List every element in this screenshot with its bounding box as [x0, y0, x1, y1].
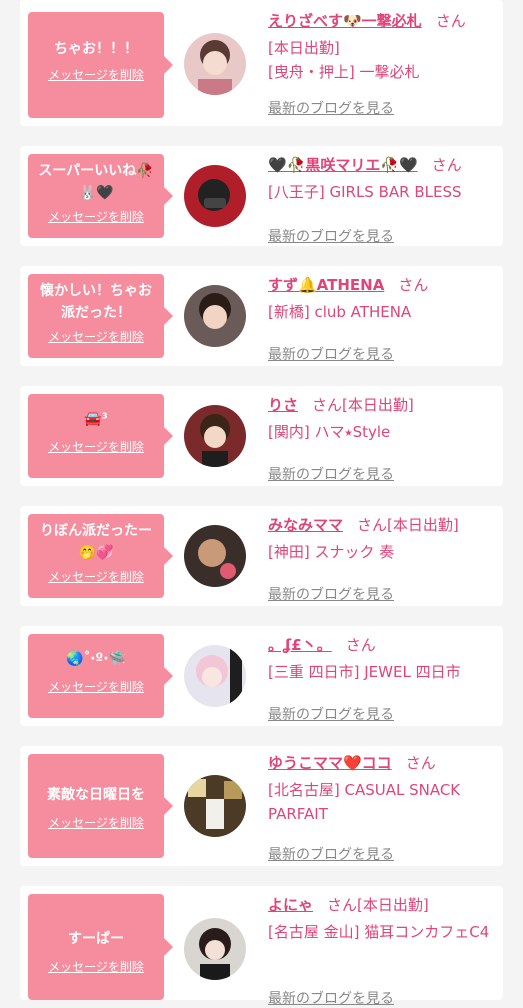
delete-message-link[interactable]: メッセージを削除: [48, 958, 144, 975]
sender-info: りさ さん[本日出勤] [関内] ハマ⭑Style 最新のブログを見る: [268, 394, 497, 483]
honorific: さん: [398, 276, 429, 294]
message-card: ちゃお！！！ メッセージを削除 えりざべす🐶一撃必札 さん [本日出勤] [曳舟・…: [20, 0, 503, 126]
sender-name-link[interactable]: ゆうこママ❤️ココ: [268, 754, 392, 772]
avatar-photo: [184, 33, 246, 95]
shop-line: [曳舟・押上] 一撃必札: [268, 63, 420, 81]
message-card: りぼん派だったー🤭💞 メッセージを削除 みなみママ さん[本日出勤] [神田] ス…: [20, 506, 503, 606]
shop-line: [名古屋 金山] 猫耳コンカフェC4: [268, 923, 490, 941]
message-card: 素敵な日曜日を メッセージを削除 ゆうこママ❤️ココ さん [北名古屋] CASU…: [20, 746, 503, 866]
delete-message-link[interactable]: メッセージを削除: [48, 568, 144, 585]
sender-name-link[interactable]: りさ: [268, 396, 298, 414]
honorific: さん: [345, 636, 376, 654]
sender-info: ゆうこママ❤️ココ さん [北名古屋] CASUAL SNACK PARFAIT …: [268, 752, 497, 863]
sender-info: 。ʆ£丶。 さん [三重 四日市] JEWEL 四日市 最新のブログを見る: [268, 634, 497, 723]
shop-line: [本日出勤]: [268, 39, 340, 57]
message-text: 懐かしい！ちゃお派だった！: [40, 283, 152, 321]
message-card: すーぱー メッセージを削除 よにゃ さん[本日出勤] [名古屋 金山] 猫耳コンカ…: [20, 886, 503, 1007]
message-bubble: 🌏˚‧º·🛸 メッセージを削除: [28, 634, 173, 718]
avatar-photo: [184, 645, 246, 707]
on-duty-badge: [本日出勤]: [357, 896, 429, 914]
message-text: りぼん派だったー🤭💞: [40, 523, 152, 561]
message-card: 🚘³ メッセージを削除 りさ さん[本日出勤] [関内] ハマ⭑Style 最新の…: [20, 386, 503, 486]
latest-blog-link[interactable]: 最新のブログを見る: [268, 98, 394, 118]
message-text: すーぱー: [68, 931, 124, 947]
avatar-photo: [184, 285, 246, 347]
message-card: 懐かしい！ちゃお派だった！ メッセージを削除 すず🔔ATHENA さん [新橋] …: [20, 266, 503, 366]
avatar[interactable]: [184, 33, 246, 95]
message-card: スーパーいいね🥀🐰🖤 メッセージを削除 🖤🥀黒咲マリエ🥀🖤 さん [八王子] GI…: [20, 146, 503, 246]
message-bubble: 🚘³ メッセージを削除: [28, 394, 173, 478]
delete-message-link[interactable]: メッセージを削除: [48, 678, 144, 695]
message-bubble: スーパーいいね🥀🐰🖤 メッセージを削除: [28, 154, 173, 238]
sender-name-link[interactable]: すず🔔ATHENA: [268, 276, 384, 294]
sender-info: すず🔔ATHENA さん [新橋] club ATHENA 最新のブログを見る: [268, 274, 497, 363]
avatar-photo: [184, 165, 246, 227]
honorific: さん: [405, 754, 436, 772]
message-text: スーパーいいね🥀🐰🖤: [38, 163, 154, 201]
latest-blog-link[interactable]: 最新のブログを見る: [268, 704, 394, 724]
message-text: ちゃお！！！: [54, 41, 138, 57]
shop-line: [関内] ハマ⭑Style: [268, 423, 391, 441]
sender-info: 🖤🥀黒咲マリエ🥀🖤 さん [八王子] GIRLS BAR BLESS 最新のブログ…: [268, 154, 497, 245]
message-bubble: りぼん派だったー🤭💞 メッセージを削除: [28, 514, 173, 598]
shop-line: [新橋] club ATHENA: [268, 303, 412, 321]
message-bubble: ちゃお！！！ メッセージを削除: [28, 12, 173, 118]
avatar[interactable]: [184, 775, 246, 837]
sender-info: よにゃ さん[本日出勤] [名古屋 金山] 猫耳コンカフェC4 最新のブログを見る: [268, 894, 497, 1007]
message-text: 🌏˚‧º·🛸: [66, 651, 126, 667]
on-duty-badge: [本日出勤]: [387, 516, 459, 534]
avatar[interactable]: [184, 285, 246, 347]
sender-name-link[interactable]: 🖤🥀黒咲マリエ🥀🖤: [268, 156, 418, 174]
avatar[interactable]: [184, 405, 246, 467]
message-bubble: 懐かしい！ちゃお派だった！ メッセージを削除: [28, 274, 173, 358]
latest-blog-link[interactable]: 最新のブログを見る: [268, 464, 394, 484]
message-card: 🌏˚‧º·🛸 メッセージを削除 。ʆ£丶。 さん [三重 四日市] JEWEL 四…: [20, 626, 503, 726]
honorific: さん: [435, 12, 466, 30]
latest-blog-link[interactable]: 最新のブログを見る: [268, 844, 394, 864]
shop-line: [八王子] GIRLS BAR BLESS: [268, 183, 462, 201]
sender-info: みなみママ さん[本日出勤] [神田] スナック 奏 最新のブログを見る: [268, 514, 497, 603]
latest-blog-link[interactable]: 最新のブログを見る: [268, 344, 394, 364]
honorific: さん: [312, 396, 343, 414]
latest-blog-link[interactable]: 最新のブログを見る: [268, 988, 394, 1008]
sender-name-link[interactable]: よにゃ: [268, 896, 313, 914]
delete-message-link[interactable]: メッセージを削除: [48, 438, 144, 455]
shop-line: [三重 四日市] JEWEL 四日市: [268, 663, 461, 681]
message-text: 🚘³: [84, 411, 108, 427]
shop-line: [神田] スナック 奏: [268, 543, 395, 561]
delete-message-link[interactable]: メッセージを削除: [48, 66, 144, 83]
honorific: さん: [357, 516, 388, 534]
sender-info: えりざべす🐶一撃必札 さん [本日出勤] [曳舟・押上] 一撃必札 最新のブログを…: [268, 10, 497, 117]
latest-blog-link[interactable]: 最新のブログを見る: [268, 226, 394, 246]
sender-name-link[interactable]: 。ʆ£丶。: [268, 636, 332, 654]
avatar[interactable]: [184, 918, 246, 980]
message-text: 素敵な日曜日を: [47, 787, 145, 803]
avatar[interactable]: [184, 165, 246, 227]
avatar[interactable]: [184, 525, 246, 587]
avatar-photo: [184, 405, 246, 467]
delete-message-link[interactable]: メッセージを削除: [48, 208, 144, 225]
latest-blog-link[interactable]: 最新のブログを見る: [268, 584, 394, 604]
avatar-photo: [184, 918, 246, 980]
sender-name-link[interactable]: えりざべす🐶一撃必札: [268, 12, 422, 30]
avatar[interactable]: [184, 645, 246, 707]
avatar-photo: [184, 775, 246, 837]
message-list: ちゃお！！！ メッセージを削除 えりざべす🐶一撃必札 さん [本日出勤] [曳舟・…: [0, 0, 523, 1007]
sender-name-link[interactable]: みなみママ: [268, 516, 343, 534]
on-duty-badge: [本日出勤]: [342, 396, 414, 414]
shop-line: [北名古屋] CASUAL SNACK PARFAIT: [268, 781, 461, 823]
avatar-photo: [184, 525, 246, 587]
delete-message-link[interactable]: メッセージを削除: [48, 814, 144, 831]
honorific: さん: [327, 896, 358, 914]
message-bubble: 素敵な日曜日を メッセージを削除: [28, 754, 173, 858]
delete-message-link[interactable]: メッセージを削除: [48, 328, 144, 345]
honorific: さん: [431, 156, 462, 174]
message-bubble: すーぱー メッセージを削除: [28, 894, 173, 1000]
